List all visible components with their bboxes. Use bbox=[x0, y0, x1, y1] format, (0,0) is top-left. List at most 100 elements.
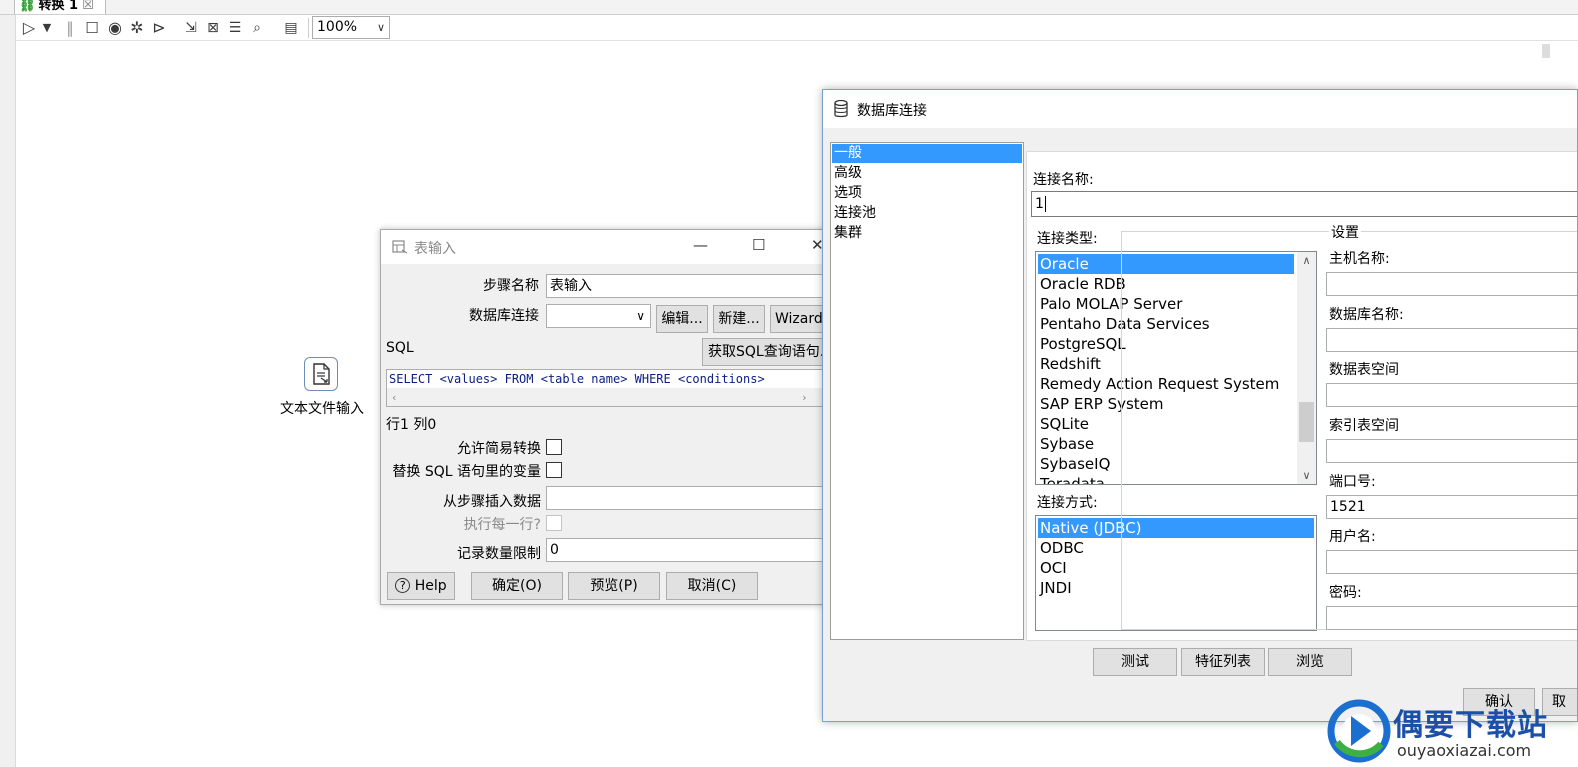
database-icon bbox=[834, 100, 848, 118]
stop-icon[interactable]: ☐ bbox=[84, 18, 100, 38]
step-name-input[interactable]: 表输入 bbox=[546, 274, 824, 298]
impact-icon[interactable]: ⊠ bbox=[204, 18, 222, 38]
execute-each-row-label: 执行每一行? bbox=[463, 517, 541, 533]
nav-item-advanced[interactable]: 高级 bbox=[832, 164, 1022, 183]
show-results-icon[interactable]: ▤ bbox=[282, 18, 300, 38]
pause-icon[interactable]: ‖ bbox=[62, 18, 78, 38]
editor-tab-strip: ⛓ 转换 1 ☒ bbox=[0, 0, 1578, 15]
replay-icon[interactable]: ⊳ bbox=[150, 18, 168, 38]
debug-bug-icon[interactable]: ✲ bbox=[128, 18, 146, 38]
zoom-value: 100% bbox=[317, 19, 358, 35]
maximize-icon[interactable]: ☐ bbox=[752, 236, 765, 254]
scroll-left-icon[interactable]: ‹ bbox=[391, 389, 398, 406]
data-tablespace-input[interactable] bbox=[1326, 383, 1577, 407]
explore-db-icon[interactable]: ⌕ bbox=[248, 18, 266, 38]
db-connection-select[interactable]: ∨ bbox=[546, 304, 651, 328]
replace-vars-checkbox[interactable] bbox=[546, 462, 562, 478]
list-item[interactable]: ODBC bbox=[1038, 538, 1084, 558]
list-item[interactable]: OCI bbox=[1038, 558, 1067, 578]
cancel-button[interactable]: 取消(C) bbox=[666, 572, 758, 600]
text-file-input-step-icon[interactable] bbox=[304, 357, 338, 391]
explore-button[interactable]: 浏览 bbox=[1268, 648, 1352, 676]
list-item[interactable]: JNDI bbox=[1038, 578, 1072, 598]
dialog-titlebar: 表输入 — ☐ ✕ bbox=[381, 230, 824, 264]
settings-label: 设置 bbox=[1329, 222, 1361, 242]
port-label: 端口号: bbox=[1329, 474, 1376, 490]
index-tablespace-input[interactable] bbox=[1326, 439, 1577, 463]
feature-list-button[interactable]: 特征列表 bbox=[1181, 648, 1265, 676]
zoom-select[interactable]: 100% ∨ bbox=[312, 16, 390, 39]
database-connection-dialog: 数据库连接 一般 高级 选项 连接池 集群 连接名称: 1 连接类型: Orac… bbox=[822, 89, 1578, 722]
allow-lazy-label: 允许简易转换 bbox=[457, 441, 541, 457]
edit-connection-button[interactable]: 编辑... bbox=[656, 305, 708, 333]
list-item[interactable]: Sybase bbox=[1038, 434, 1094, 454]
conn-name-value: 1 bbox=[1035, 196, 1044, 212]
username-input[interactable] bbox=[1326, 550, 1577, 574]
conn-name-input[interactable]: 1 bbox=[1031, 191, 1577, 217]
step-label: 文本文件输入 bbox=[280, 401, 364, 417]
conn-name-label: 连接名称: bbox=[1033, 172, 1094, 188]
data-tablespace-label: 数据表空间 bbox=[1329, 362, 1399, 378]
sql-label: SQL bbox=[386, 340, 414, 356]
sql-editor[interactable]: SELECT <values> FROM <table name> WHERE … bbox=[386, 369, 824, 407]
list-item[interactable]: Oracle RDB bbox=[1038, 274, 1126, 294]
get-sql-button[interactable]: 获取SQL查询语句... bbox=[702, 338, 824, 366]
nav-item-clustering[interactable]: 集群 bbox=[832, 224, 1022, 243]
nav-item-options[interactable]: 选项 bbox=[832, 184, 1022, 203]
help-button[interactable]: ? Help bbox=[387, 572, 455, 600]
allow-lazy-checkbox[interactable] bbox=[546, 439, 562, 455]
run-options-dropdown-icon[interactable]: ▼ bbox=[40, 18, 54, 38]
settings-nav-list: 一般 高级 选项 连接池 集群 bbox=[830, 142, 1024, 640]
watermark-en: ouyaoxiazai.com bbox=[1397, 741, 1532, 760]
insert-from-step-input[interactable] bbox=[546, 486, 824, 510]
test-button[interactable]: 测试 bbox=[1093, 648, 1177, 676]
sql-icon[interactable]: ☰ bbox=[226, 18, 244, 38]
scroll-right-icon[interactable]: › bbox=[801, 389, 808, 406]
sql-horizontal-scrollbar[interactable]: ‹ › bbox=[387, 388, 824, 406]
dialog-title: 表输入 bbox=[414, 241, 456, 257]
preview-eye-icon[interactable]: ◉ bbox=[106, 18, 124, 38]
list-item[interactable]: PostgreSQL bbox=[1038, 334, 1126, 354]
close-icon[interactable]: ☒ bbox=[82, 0, 94, 13]
verify-icon[interactable]: ⇲ bbox=[182, 18, 200, 38]
dialog-titlebar: 数据库连接 bbox=[823, 90, 1577, 128]
minimize-icon[interactable]: — bbox=[693, 236, 708, 254]
wizard-button[interactable]: Wizard... bbox=[770, 305, 824, 333]
db-connection-label: 数据库连接 bbox=[469, 308, 539, 324]
cursor-position: 行1 列0 bbox=[386, 417, 437, 433]
list-item[interactable]: Teradata bbox=[1038, 474, 1105, 484]
db-name-label: 数据库名称: bbox=[1329, 307, 1404, 323]
nav-item-general[interactable]: 一般 bbox=[832, 144, 1022, 163]
port-input[interactable]: 1521 bbox=[1326, 495, 1577, 519]
document-icon bbox=[313, 363, 330, 385]
watermark-logo-icon bbox=[1327, 699, 1391, 763]
password-label: 密码: bbox=[1329, 585, 1362, 601]
host-label: 主机名称: bbox=[1329, 251, 1390, 267]
table-input-dialog: 表输入 — ☐ ✕ 步骤名称 表输入 数据库连接 ∨ 编辑... 新建... W… bbox=[380, 229, 825, 605]
transformation-icon: ⛓ bbox=[19, 0, 36, 13]
canvas-toolbar: ▷ ▼ ‖ ☐ ◉ ✲ ⊳ ⇲ ⊠ ☰ ⌕ ▤ 100% ∨ bbox=[16, 15, 1578, 41]
list-item[interactable]: SQLite bbox=[1038, 414, 1089, 434]
conn-type-label: 连接类型: bbox=[1037, 231, 1098, 247]
tab-title: 转换 1 bbox=[38, 0, 79, 13]
list-item[interactable]: SybaseIQ bbox=[1038, 454, 1110, 474]
watermark-cn: 偶要下载站 bbox=[1393, 708, 1548, 743]
new-connection-button[interactable]: 新建... bbox=[713, 305, 765, 333]
execute-each-row-checkbox[interactable] bbox=[546, 515, 562, 531]
db-name-input[interactable] bbox=[1326, 328, 1577, 352]
tab-transformation[interactable]: ⛓ 转换 1 ☒ bbox=[14, 0, 106, 14]
preview-button[interactable]: 预览(P) bbox=[568, 572, 660, 600]
password-input[interactable] bbox=[1326, 606, 1577, 630]
host-input[interactable] bbox=[1326, 272, 1577, 296]
chevron-down-icon: ∨ bbox=[636, 309, 645, 323]
index-tablespace-label: 索引表空间 bbox=[1329, 418, 1399, 434]
chevron-down-icon: ∨ bbox=[376, 21, 385, 34]
left-rail bbox=[0, 15, 16, 767]
nav-item-pooling[interactable]: 连接池 bbox=[832, 204, 1022, 223]
limit-input[interactable]: 0 bbox=[546, 538, 824, 562]
ok-button[interactable]: 确定(O) bbox=[471, 572, 563, 600]
list-item[interactable]: Redshift bbox=[1038, 354, 1101, 374]
dialog-title: 数据库连接 bbox=[857, 103, 927, 119]
help-label: Help bbox=[414, 578, 447, 594]
run-icon[interactable]: ▷ bbox=[20, 18, 38, 38]
